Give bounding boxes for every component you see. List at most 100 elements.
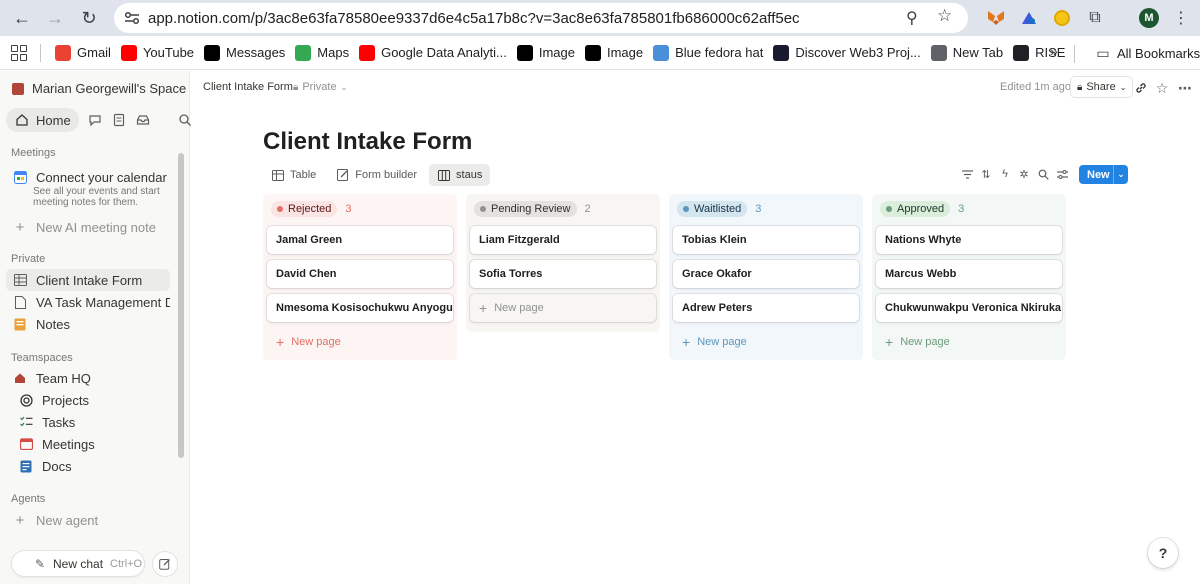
bookmark-item[interactable]: Image [512,40,580,66]
board-card[interactable]: Liam Fitzgerald [470,226,656,254]
url-text[interactable]: app.notion.com/p/3ac8e63fa78580ee9337d6e… [148,10,800,27]
search-icon[interactable] [1034,166,1052,182]
privacy-indicator[interactable]: 🔒︎ Private ⌄ [293,81,347,93]
page-title[interactable]: Client Intake Form [263,128,472,156]
ai-sparkle-icon[interactable]: ✲ [1015,166,1033,182]
sidebar-item-projects[interactable]: Projects [6,389,170,411]
column-header[interactable]: Rejected 3 [267,198,453,219]
form-icon [336,167,350,183]
address-bar[interactable]: app.notion.com/p/3ac8e63fa78580ee9337d6e… [114,3,968,33]
automation-bolt-icon[interactable]: ϟ [996,166,1014,182]
new-page-button[interactable]: + New page [470,294,656,322]
tab-form-builder[interactable]: Form builder [328,164,425,186]
sidebar-item-tasks[interactable]: Tasks [6,411,170,433]
new-chat-button[interactable]: ✎ New chat Ctrl+O [11,550,145,577]
zoom-search-icon[interactable]: ⚲ [906,8,918,28]
site-settings-icon[interactable] [122,9,142,27]
bookmark-item[interactable]: YouTube [116,40,199,66]
sidebar-item-client-intake-form[interactable]: Client Intake Form [6,269,170,291]
favorite-star-icon[interactable]: ☆ [1153,79,1171,97]
bookmark-item[interactable]: Google Data Analyti... [354,40,512,66]
new-ai-meeting-note[interactable]: + New AI meeting note [6,216,170,238]
bookmark-item[interactable]: Gmail [50,40,116,66]
hat-icon [653,44,670,61]
forward-icon[interactable]: → [40,3,70,33]
metamask-icon[interactable] [983,5,1009,31]
sidebar-item-notes[interactable]: Notes [6,313,170,335]
help-button[interactable]: ? [1148,538,1178,568]
inbox-icon[interactable] [135,112,151,128]
sidebar-item-meetings[interactable]: Meetings [6,433,170,455]
breadcrumb[interactable]: Client Intake Form [203,81,293,93]
bookmark-item[interactable]: Maps [290,40,354,66]
new-page-button[interactable]: + New page [876,328,1062,356]
extension-icon[interactable] [1016,5,1042,31]
back-icon[interactable]: ← [7,3,37,33]
profile-avatar[interactable]: M [1136,5,1162,31]
sidebar-scrollbar[interactable] [178,153,184,458]
workspace-switcher[interactable]: Marian Georgewill's Space [12,81,186,96]
new-page-compose-button[interactable] [152,551,178,577]
sidebar-item-team-hq[interactable]: Team HQ [6,367,170,389]
more-bookmarks-chevron-icon[interactable]: » [1050,43,1058,59]
bookmark-item[interactable]: Blue fedora hat [648,40,768,66]
copy-link-icon[interactable] [1132,79,1150,97]
tasks-checklist-icon [18,414,34,430]
tab-staus[interactable]: staus [429,164,491,186]
bookmark-item[interactable]: Image [580,40,648,66]
board-card[interactable]: Jamal Green [267,226,453,254]
search-icon[interactable] [177,112,193,128]
sort-icon[interactable]: ⇅ [977,166,995,182]
new-page-button[interactable]: + New page [673,328,859,356]
lock-icon: 🔒︎ [1077,81,1083,93]
x-icon [516,44,533,61]
filter-icon[interactable] [958,166,976,182]
column-header[interactable]: Waitlisted 3 [673,198,859,219]
workspace-name: Marian Georgewill's Space [32,81,187,96]
bookmark-label: YouTube [142,45,195,60]
column-count: 2 [584,202,591,215]
board-card[interactable]: Grace Okafor [673,260,859,288]
all-bookmarks[interactable]: ▭ All Bookmarks [1090,40,1200,66]
projects-target-icon [18,392,34,408]
coin-extension-icon[interactable] [1049,5,1075,31]
chat-bubble-icon[interactable] [87,112,103,128]
sidebar-item-va-task-management[interactable]: VA Task Management Dash... [6,291,170,313]
board-card[interactable]: Adrew Peters [673,294,859,322]
tab-table[interactable]: Table [263,164,324,186]
board-card[interactable]: David Chen [267,260,453,288]
board-card[interactable]: Marcus Webb [876,260,1062,288]
home-button[interactable]: Home [6,108,79,132]
sidebar-item-docs[interactable]: Docs [6,455,170,477]
share-button[interactable]: 🔒︎ Share ⌄ [1070,76,1134,98]
board-card[interactable]: Tobias Klein [673,226,859,254]
reload-icon[interactable]: ↻ [74,3,104,33]
board-card[interactable]: Chukwunwakpu Veronica Nkiruka [876,294,1062,322]
extensions-puzzle-icon[interactable]: ⧉ [1082,5,1108,31]
board-card[interactable]: Nmesoma Kosisochukwu Anyogu [267,294,453,322]
column-header[interactable]: Approved 3 [876,198,1062,219]
new-button[interactable]: New ⌄ [1079,165,1128,184]
board-card[interactable]: Sofia Torres [470,260,656,288]
apps-grid-icon[interactable] [11,44,29,61]
settings-sliders-icon[interactable] [1053,166,1071,182]
column-header[interactable]: Pending Review 2 [470,198,656,219]
chevron-down-icon: ⌄ [1119,82,1127,92]
notes-icon[interactable] [111,112,127,128]
board-column: Waitlisted 3 Tobias Klein Grace Okafor Adrew… [669,194,863,360]
bookmark-item[interactable]: Messages [199,40,290,66]
bookmark-star-icon[interactable]: ☆ [937,6,952,26]
new-page-button[interactable]: + New page [267,328,453,356]
bookmarks-divider-right [1074,45,1075,63]
browser-menu-icon[interactable]: ⋮ [1168,5,1194,31]
board-card[interactable]: Nations Whyte [876,226,1062,254]
bookmark-item[interactable]: New Tab [926,40,1008,66]
bookmark-label: Gmail [77,45,111,60]
new-agent[interactable]: + New agent [6,509,170,531]
bookmark-item[interactable]: RISE [1008,40,1070,66]
connect-calendar[interactable]: Connect your calendar [6,166,170,188]
bookmark-item[interactable]: Discover Web3 Proj... [768,40,925,66]
chevron-down-icon[interactable]: ⌄ [1113,165,1128,184]
more-options-icon[interactable]: ⋯ [1176,79,1194,97]
bookmark-label: Discover Web3 Proj... [795,45,921,60]
